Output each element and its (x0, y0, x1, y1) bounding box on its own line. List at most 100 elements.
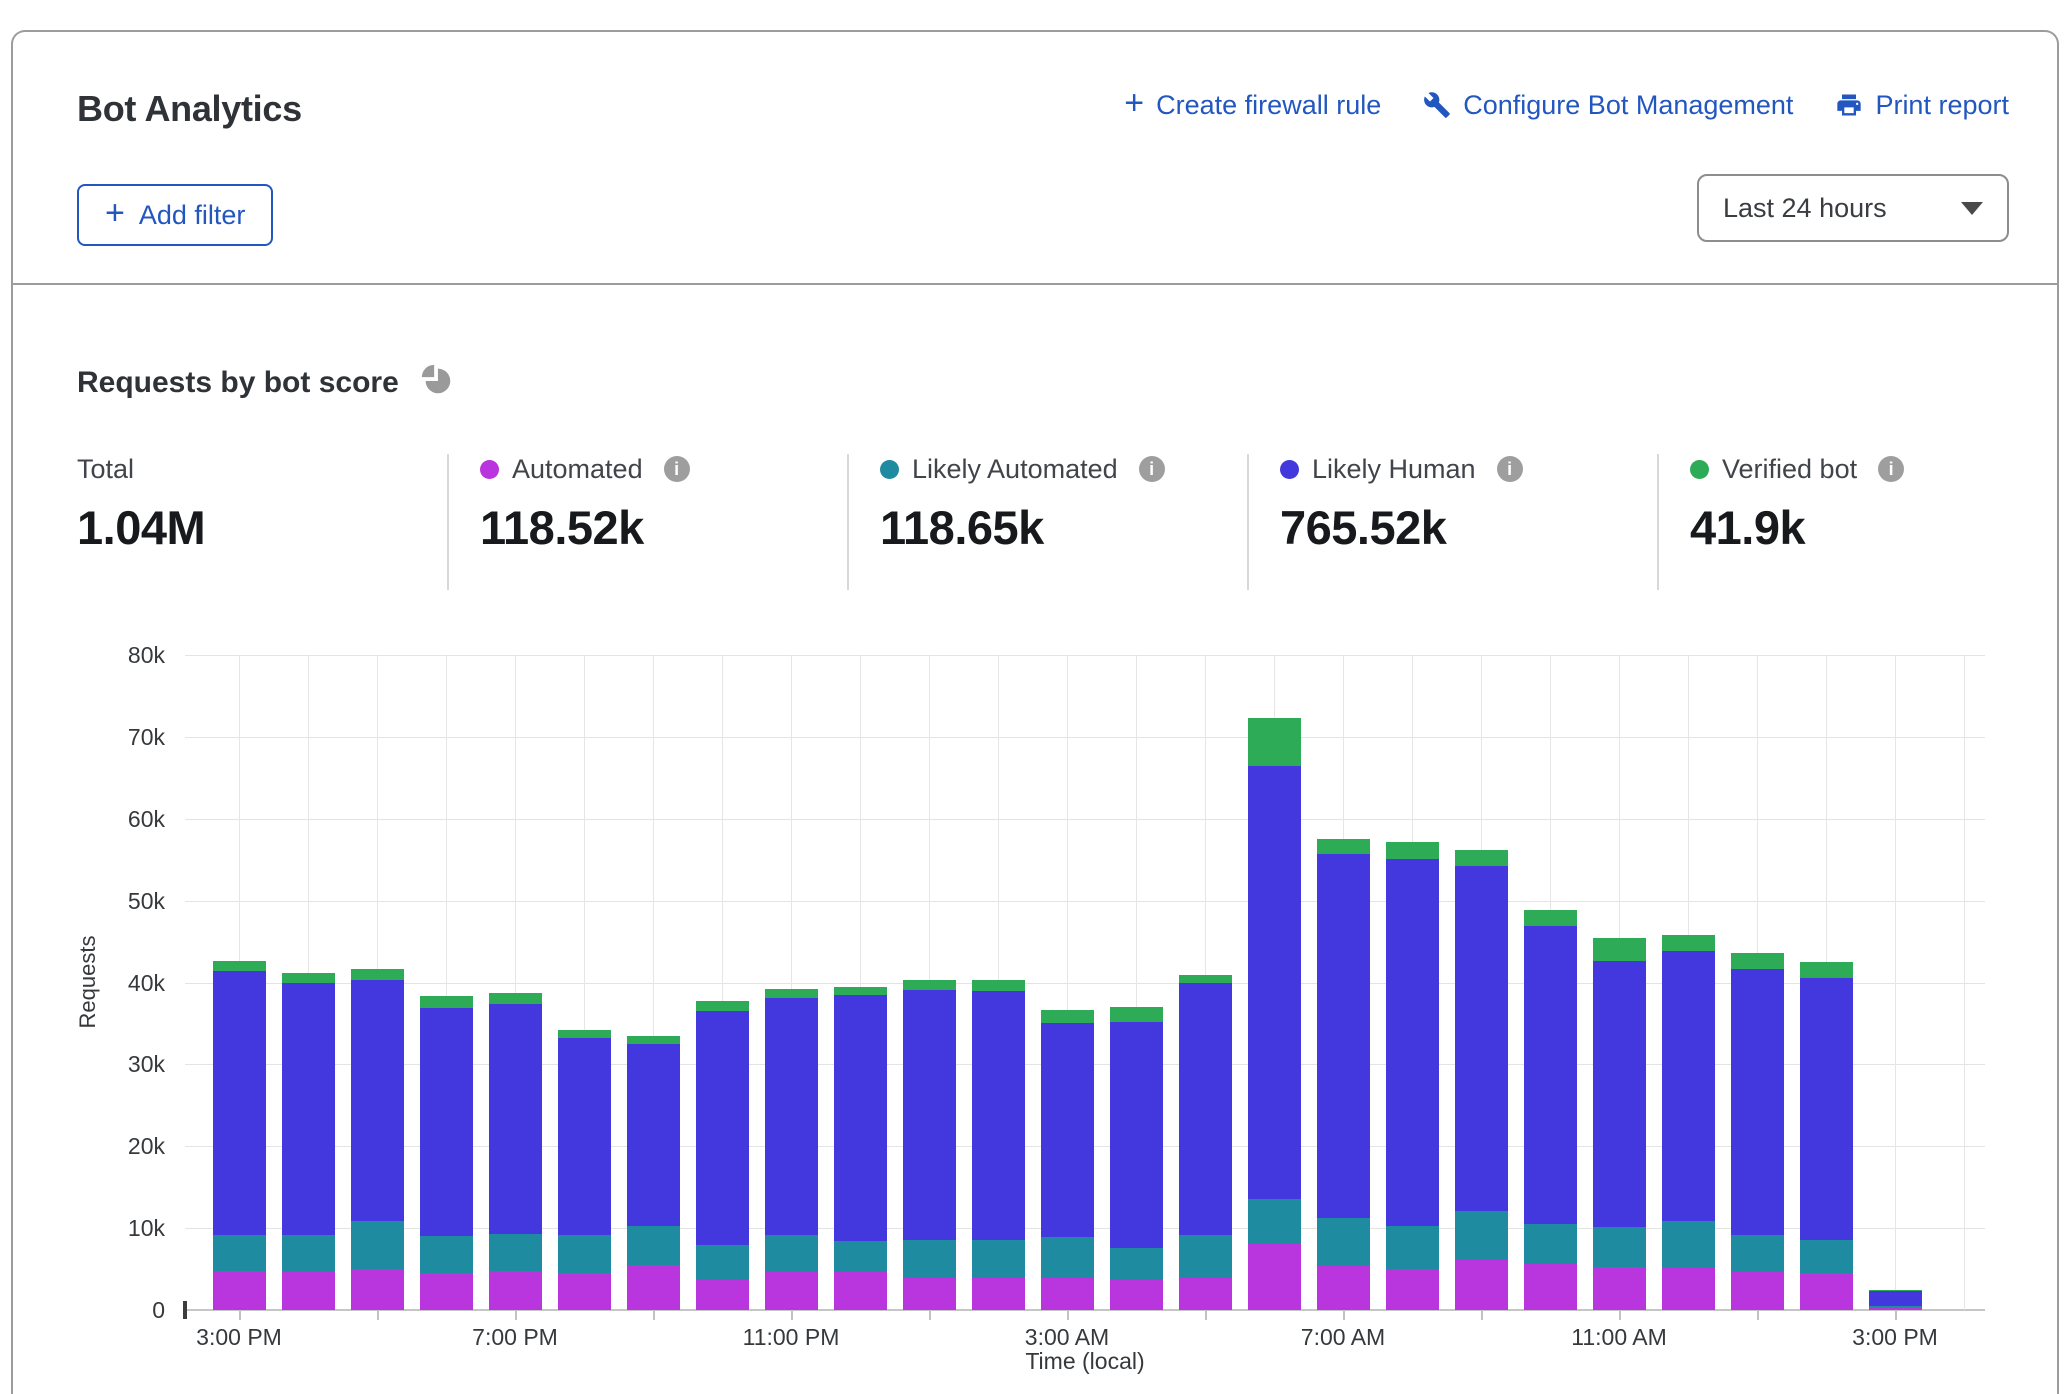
bar[interactable] (558, 1030, 611, 1310)
likely-human-dot (1280, 460, 1299, 479)
bar[interactable] (351, 969, 404, 1310)
section-title-row: Requests by bot score (77, 362, 455, 403)
section-title: Requests by bot score (77, 366, 399, 400)
bar[interactable] (282, 973, 335, 1310)
bar-segment-likely-automated (972, 1240, 1025, 1278)
pie-chart-icon (419, 362, 455, 403)
time-range-value: Last 24 hours (1723, 193, 1887, 224)
divider (447, 454, 449, 590)
divider (1247, 454, 1249, 590)
bar-segment-likely-automated (627, 1226, 680, 1265)
create-firewall-rule-link[interactable]: + Create firewall rule (1124, 88, 1381, 122)
divider (1657, 454, 1659, 590)
add-filter-button[interactable]: + Add filter (77, 184, 273, 246)
plus-icon: + (105, 196, 125, 230)
action-label: Print report (1875, 90, 2009, 121)
stat-likely-automated: Likely Automated i 118.65k (880, 452, 1165, 555)
bar-segment-likely-automated (1800, 1240, 1853, 1274)
bar-segment-verified-bot (972, 980, 1025, 991)
bar-segment-likely-human (1386, 859, 1439, 1226)
bar[interactable] (489, 993, 542, 1310)
bar[interactable] (1248, 718, 1301, 1310)
info-icon[interactable]: i (1497, 456, 1523, 482)
bar-segment-likely-human (1800, 978, 1853, 1240)
bar-segment-automated (1386, 1269, 1439, 1310)
action-label: Configure Bot Management (1463, 90, 1793, 121)
bar-segment-likely-human (489, 1004, 542, 1234)
bar-segment-verified-bot (351, 969, 404, 980)
header-actions: + Create firewall rule Configure Bot Man… (1124, 88, 2009, 122)
bar[interactable] (420, 996, 473, 1310)
bar[interactable] (696, 1001, 749, 1310)
bar[interactable] (1110, 1007, 1163, 1310)
bar[interactable] (1593, 938, 1646, 1310)
bar-segment-verified-bot (903, 980, 956, 990)
bar-segment-automated (903, 1278, 956, 1310)
bar-segment-likely-human (1179, 983, 1232, 1235)
bar-segment-likely-human (1455, 866, 1508, 1211)
bar-segment-likely-human (1524, 926, 1577, 1224)
bar[interactable] (213, 961, 266, 1310)
likely-automated-dot (880, 460, 899, 479)
bar[interactable] (903, 980, 956, 1310)
bar-segment-verified-bot (1386, 842, 1439, 858)
bar[interactable] (1179, 975, 1232, 1310)
bar-segment-likely-automated (1731, 1235, 1784, 1272)
stat-label: Total (77, 454, 134, 485)
bar[interactable] (1386, 842, 1439, 1310)
bar-segment-verified-bot (1179, 975, 1232, 983)
bar-segment-verified-bot (1731, 953, 1784, 969)
bar-segment-automated (696, 1280, 749, 1310)
bar-segment-verified-bot (1041, 1010, 1094, 1024)
bar-segment-likely-automated (1662, 1221, 1715, 1268)
configure-bot-management-link[interactable]: Configure Bot Management (1423, 90, 1793, 121)
info-icon[interactable]: i (664, 456, 690, 482)
bar-segment-automated (1593, 1267, 1646, 1310)
stat-likely-human: Likely Human i 765.52k (1280, 452, 1523, 555)
bar-segment-likely-human (351, 980, 404, 1221)
bar-segment-likely-automated (1179, 1235, 1232, 1278)
bar[interactable] (1800, 962, 1853, 1310)
bar-segment-automated (1248, 1244, 1301, 1310)
bar-segment-verified-bot (1455, 850, 1508, 866)
bar[interactable] (1869, 1290, 1922, 1310)
bar-segment-verified-bot (765, 989, 818, 998)
bar-segment-verified-bot (1524, 910, 1577, 926)
bar-segment-likely-human (558, 1038, 611, 1235)
bar-segment-verified-bot (282, 973, 335, 984)
info-icon[interactable]: i (1878, 456, 1904, 482)
bar[interactable] (627, 1036, 680, 1310)
stat-automated: Automated i 118.52k (480, 452, 690, 555)
stat-total: Total 1.04M (77, 452, 205, 555)
printer-icon (1835, 91, 1863, 119)
time-range-select[interactable]: Last 24 hours (1697, 174, 2009, 242)
bar[interactable] (834, 987, 887, 1310)
bar[interactable] (1731, 953, 1784, 1310)
bar-segment-automated (351, 1269, 404, 1310)
bar[interactable] (1524, 910, 1577, 1310)
bar-segment-likely-automated (558, 1235, 611, 1273)
bar[interactable] (1455, 850, 1508, 1310)
bar-segment-likely-automated (1317, 1218, 1370, 1265)
bar[interactable] (972, 980, 1025, 1310)
bar[interactable] (1317, 839, 1370, 1310)
bar-segment-likely-automated (1455, 1211, 1508, 1260)
print-report-link[interactable]: Print report (1835, 90, 2009, 121)
bar-segment-automated (489, 1271, 542, 1310)
stats-row: Total 1.04M Automated i 118.52k Likely A… (13, 452, 2057, 592)
bar-segment-automated (1524, 1264, 1577, 1310)
bar[interactable] (765, 989, 818, 1310)
page-title: Bot Analytics (77, 88, 302, 130)
bar[interactable] (1041, 1010, 1094, 1310)
bar[interactable] (1662, 935, 1715, 1310)
info-icon[interactable]: i (1139, 456, 1165, 482)
bar-segment-automated (765, 1272, 818, 1310)
bar-segment-automated (972, 1278, 1025, 1310)
bar-segment-likely-automated (489, 1234, 542, 1271)
bar-segment-likely-automated (696, 1245, 749, 1279)
add-filter-label: Add filter (139, 200, 246, 231)
wrench-icon (1423, 91, 1451, 119)
bar-segment-likely-human (1869, 1291, 1922, 1306)
bar-segment-verified-bot (1800, 962, 1853, 978)
bar-segment-automated (1455, 1260, 1508, 1310)
